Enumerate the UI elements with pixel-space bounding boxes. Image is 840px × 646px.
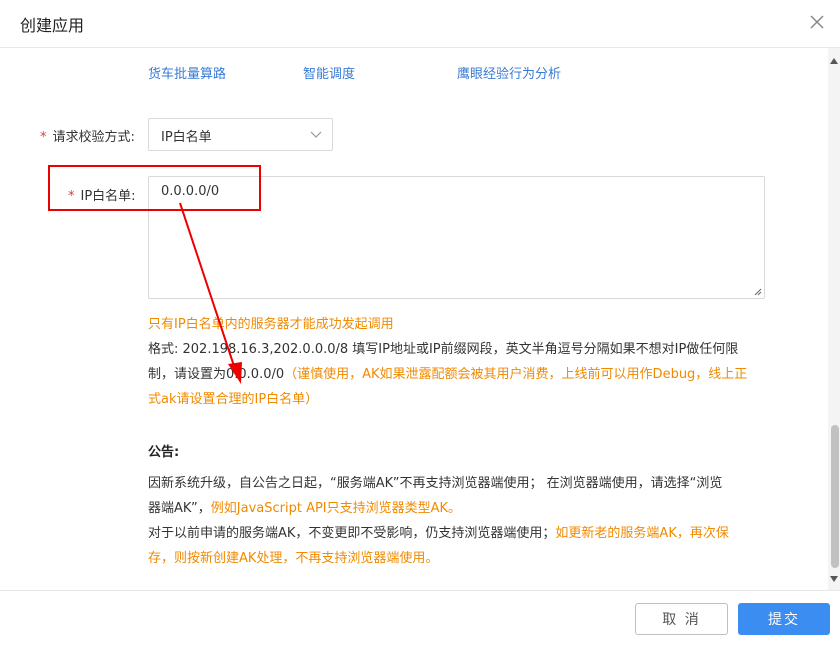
service-link-smart-dispatch[interactable]: 智能调度 [303,63,355,82]
submit-button[interactable]: 提交 [738,603,830,635]
format-line-3: 式ak请设置合理的IP白名单） [148,392,319,407]
dialog-footer: 取 消 提交 [0,590,840,646]
notice-p2-line1-highlight: 如更新老的服务端AK，再次保 [555,526,729,541]
dialog-body: 货车批量算路 智能调度 鹰眼经验行为分析 * 请求校验方式: IP白名单 * IP白… [0,48,828,590]
notice-p1-line2-highlight: 例如JavaScript API只支持浏览器类型AK。 [210,501,462,516]
cancel-button[interactable]: 取 消 [635,603,728,635]
verify-method-value: IP白名单 [161,130,212,145]
scrollbar-thumb[interactable] [831,425,839,568]
format-line-2: 制，请设置为0.0.0.0/0（谨慎使用，AK如果泄露配额会被其用户消费，上线前… [148,362,773,387]
dialog-title: 创建应用 [20,16,85,35]
scroll-down-icon[interactable] [830,576,838,582]
notice-p1-line2-prefix: 器端AK”， [148,501,211,516]
required-mark: * [40,130,47,145]
annotation-highlight-box [48,165,261,211]
notice-p2-line1-prefix: 对于以前申请的服务端AK，不变更即不受影响，仍支持浏览器端使用； [148,526,556,541]
format-line-1: 格式: 202.198.16.3,202.0.0.0/8 填写IP地址或IP前缀… [148,342,739,357]
notice-p1-line1: 因新系统升级，自公告之日起，“服务端AK”不再支持浏览器端使用； 在浏览器端使用… [148,476,723,491]
verify-method-label-text: 请求校验方式: [52,130,135,145]
resize-handle-icon[interactable] [752,286,762,296]
format-line-2-warning: （谨慎使用，AK如果泄露配额会被其用户消费，上线前可以用作Debug，线上正 [284,367,748,382]
notice-title: 公告: [148,445,180,460]
notice-p1-line2: 器端AK”，例如JavaScript API只支持浏览器类型AK。 [148,496,773,521]
close-icon[interactable] [808,13,826,31]
notice-p2-line2: 存，则按新创建AK处理，不再支持浏览器端使用。 [148,551,439,566]
service-link-eagle-eye[interactable]: 鹰眼经验行为分析 [457,63,561,82]
format-line-2-prefix: 制，请设置为0.0.0.0/0 [148,367,285,382]
ip-format-help: 格式: 202.198.16.3,202.0.0.0/8 填写IP地址或IP前缀… [148,337,773,412]
notice-p2-line1: 对于以前申请的服务端AK，不变更即不受影响，仍支持浏览器端使用；如更新老的服务端… [148,521,773,546]
ip-warning-text: 只有IP白名单内的服务器才能成功发起调用 [148,317,394,332]
verify-method-label: * 请求校验方式: [40,126,135,145]
dialog-header: 创建应用 [0,0,840,48]
scroll-up-icon[interactable] [830,58,838,64]
chevron-down-icon [310,131,322,138]
notice-section: 公告: 因新系统升级，自公告之日起，“服务端AK”不再支持浏览器端使用； 在浏览… [148,440,773,571]
service-link-truck-routing[interactable]: 货车批量算路 [148,63,226,82]
verify-method-select[interactable]: IP白名单 [148,118,333,151]
